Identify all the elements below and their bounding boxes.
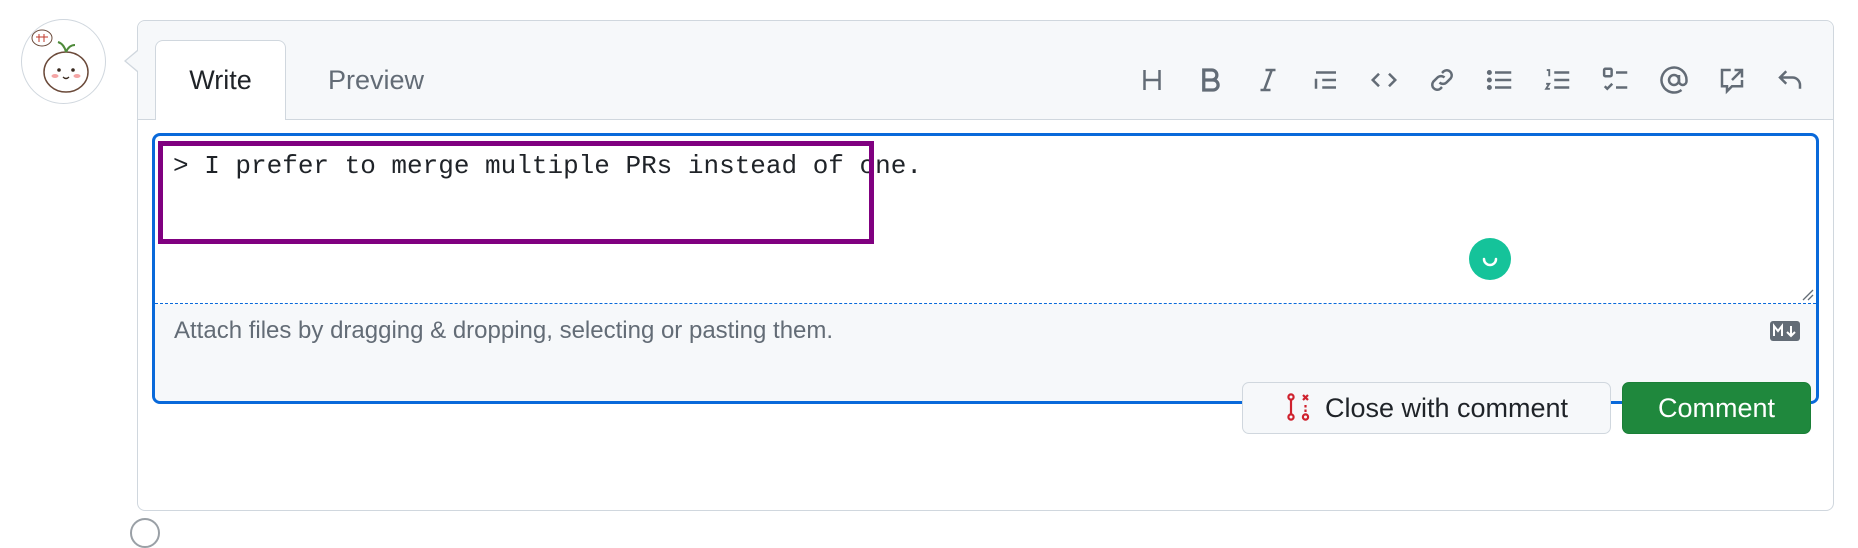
comment-form: Write Preview > I prefer to merge multip… [137, 20, 1834, 511]
markdown-toolbar [1115, 59, 1811, 101]
resize-handle-icon[interactable] [1800, 287, 1814, 301]
unordered-list-icon[interactable] [1479, 59, 1521, 101]
ordered-list-icon[interactable] [1537, 59, 1579, 101]
bold-icon[interactable] [1189, 59, 1231, 101]
task-list-icon[interactable] [1595, 59, 1637, 101]
attach-hint: Attach files by dragging & dropping, sel… [174, 317, 834, 344]
cross-reference-icon[interactable] [1711, 59, 1753, 101]
highlight-box [158, 141, 874, 244]
comment-header: Write Preview [138, 21, 1833, 120]
code-icon[interactable] [1363, 59, 1405, 101]
tab-write[interactable]: Write [155, 40, 286, 120]
close-with-comment-button[interactable]: Close with comment [1242, 382, 1611, 434]
comment-editor[interactable]: > I prefer to merge multiple PRs instead… [152, 133, 1819, 404]
avatar[interactable] [21, 19, 106, 104]
issue-closed-icon [1287, 393, 1310, 421]
comment-textarea[interactable]: > I prefer to merge multiple PRs instead… [155, 136, 1816, 304]
italic-icon[interactable] [1247, 59, 1289, 101]
comment-pointer-fill [126, 51, 138, 71]
grammarly-icon[interactable] [1469, 238, 1511, 280]
close-with-comment-label: Close with comment [1324, 392, 1569, 423]
markdown-icon[interactable] [1770, 321, 1800, 341]
timeline-circle-icon [130, 518, 160, 548]
heading-icon[interactable] [1131, 59, 1173, 101]
reply-icon[interactable] [1769, 59, 1811, 101]
comment-button[interactable]: Comment [1622, 382, 1811, 434]
quote-icon[interactable] [1305, 59, 1347, 101]
link-icon[interactable] [1421, 59, 1463, 101]
mention-icon[interactable] [1653, 59, 1695, 101]
tab-preview[interactable]: Preview [311, 40, 441, 120]
